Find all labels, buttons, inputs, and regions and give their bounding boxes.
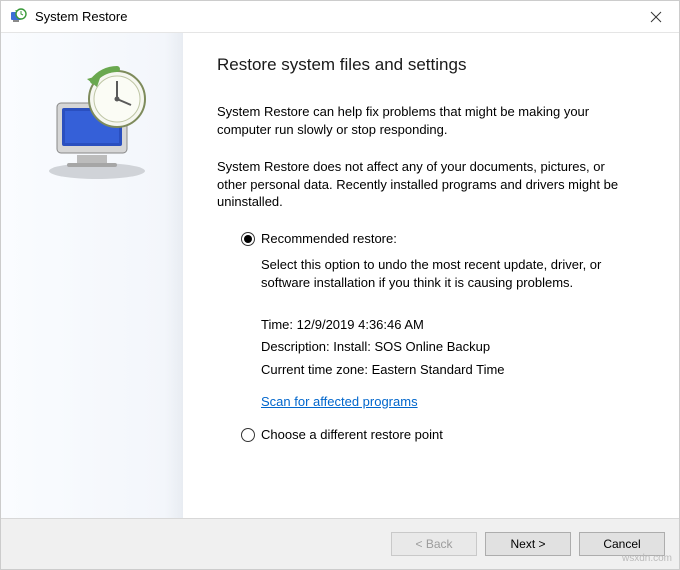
recommended-restore-option[interactable]: Recommended restore: xyxy=(241,231,651,246)
close-button[interactable] xyxy=(633,1,679,33)
time-value: 12/9/2019 4:36:46 AM xyxy=(297,317,424,332)
wizard-main: Restore system files and settings System… xyxy=(183,33,679,518)
page-heading: Restore system files and settings xyxy=(217,55,651,75)
intro-paragraph-2: System Restore does not affect any of yo… xyxy=(217,158,637,211)
description-value: Install: SOS Online Backup xyxy=(333,339,490,354)
back-button: < Back xyxy=(391,532,477,556)
restore-description-row: Description: Install: SOS Online Backup xyxy=(261,336,651,359)
recommended-restore-radio[interactable] xyxy=(241,232,255,246)
system-restore-icon xyxy=(9,8,27,26)
timezone-label: Current time zone: xyxy=(261,362,368,377)
recommended-restore-description: Select this option to undo the most rece… xyxy=(261,256,631,292)
restore-point-details: Time: 12/9/2019 4:36:46 AM Description: … xyxy=(261,314,651,382)
intro-paragraph-1: System Restore can help fix problems tha… xyxy=(217,103,637,138)
cancel-button[interactable]: Cancel xyxy=(579,532,665,556)
next-button[interactable]: Next > xyxy=(485,532,571,556)
restore-timezone-row: Current time zone: Eastern Standard Time xyxy=(261,359,651,382)
choose-different-radio[interactable] xyxy=(241,428,255,442)
wizard-footer: < Back Next > Cancel xyxy=(1,519,679,569)
choose-different-option[interactable]: Choose a different restore point xyxy=(241,427,651,442)
recommended-restore-label: Recommended restore: xyxy=(261,231,397,246)
dialog-body: Restore system files and settings System… xyxy=(1,33,679,519)
window-title: System Restore xyxy=(35,9,127,24)
titlebar: System Restore xyxy=(1,1,679,33)
timezone-value: Eastern Standard Time xyxy=(372,362,505,377)
restore-time-row: Time: 12/9/2019 4:36:46 AM xyxy=(261,314,651,337)
time-label: Time: xyxy=(261,317,293,332)
description-label: Description: xyxy=(261,339,330,354)
scan-affected-programs-link[interactable]: Scan for affected programs xyxy=(261,394,418,409)
choose-different-label: Choose a different restore point xyxy=(261,427,443,442)
wizard-sidebar xyxy=(1,33,183,518)
restore-illustration-icon xyxy=(27,61,157,518)
restore-options: Recommended restore: Select this option … xyxy=(217,231,651,442)
system-restore-window: System Restore xyxy=(0,0,680,570)
